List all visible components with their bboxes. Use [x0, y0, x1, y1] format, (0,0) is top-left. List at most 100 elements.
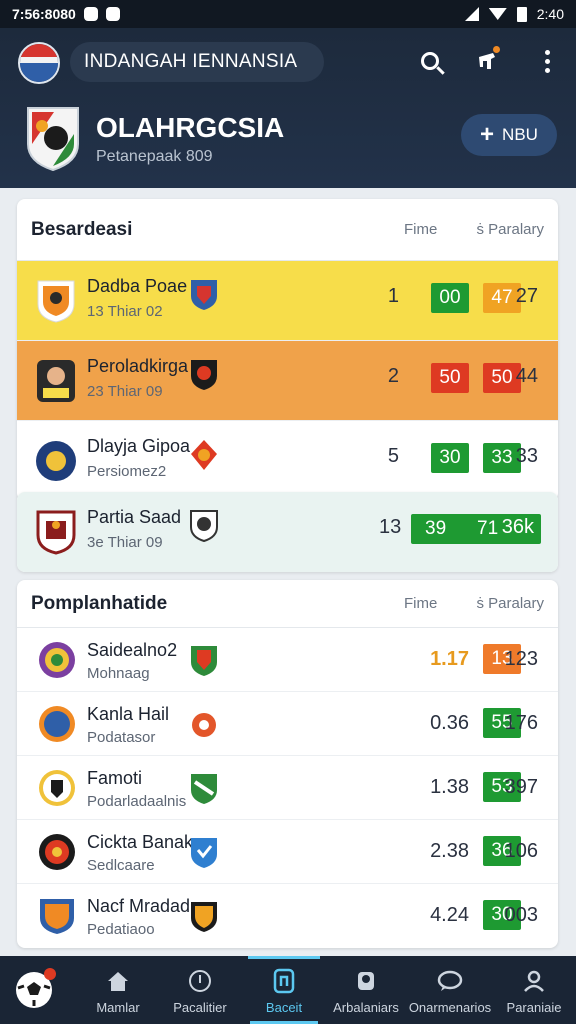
team-crest-icon	[36, 441, 76, 481]
team-sub: Pedatiaoo	[87, 921, 155, 938]
odds-value: 1.38	[430, 776, 469, 798]
team-sub: Podatasor	[87, 729, 156, 746]
column-header-fime: Fime	[404, 595, 438, 612]
nav-item-baceit[interactable]: Baceit	[246, 956, 322, 1024]
row-position: 1	[387, 285, 399, 307]
club-title: OLAHRGCSIA	[96, 112, 285, 143]
team-name: Cickta Banak	[87, 832, 194, 852]
app-header: INDANGAH IENNANSIA OLAHRGCSIA Petanepaak…	[0, 28, 576, 188]
team-name: Nacf Mradad	[87, 896, 191, 916]
nav-item-mamlar[interactable]: Mamlar	[80, 956, 156, 1024]
user-icon	[521, 968, 547, 994]
opponent-badge-icon	[191, 902, 217, 932]
odds-value: 1.17	[430, 648, 469, 670]
team-sub: Podarladaalnis	[87, 793, 187, 810]
opponent-badge-icon	[191, 280, 217, 310]
row-value: 176	[504, 712, 538, 734]
notification-icon-2	[105, 7, 120, 21]
odds-value: 4.24	[430, 904, 469, 926]
team-crest-icon	[40, 899, 74, 934]
status-time: 7:56:8080	[12, 6, 76, 22]
table-row[interactable]: Peroladkirga 23 Thiar 09 2 50 50 44	[17, 341, 558, 421]
score-pill: 50	[431, 363, 469, 393]
person-badge-icon	[353, 968, 379, 994]
club-crest-icon	[27, 107, 79, 172]
team-sub: 13 Thiar 02	[87, 303, 163, 320]
team-name: Kanla Hail	[87, 704, 170, 724]
add-button-label: NBU	[502, 125, 538, 144]
search-icon[interactable]	[415, 46, 445, 76]
standings-header: Besardeasi Fime ṡ Paralary	[17, 199, 558, 261]
notification-icon	[83, 7, 98, 21]
team-crest-icon	[39, 770, 75, 806]
row-value: 003	[504, 904, 538, 926]
standings-title: Besardeasi	[31, 218, 133, 240]
list-item[interactable]: Kanla Hail Podatasor 0.36 55 176	[17, 692, 558, 756]
team-crest-icon	[36, 510, 76, 555]
team-sub: Mohnaag	[87, 665, 150, 682]
predictions-header: Pomplanhatide Fime ṡ Paralary	[17, 580, 558, 628]
column-header-paralary: ṡ Paralary	[476, 221, 544, 238]
row-position: 2	[387, 365, 399, 387]
opponent-badge-icon	[191, 838, 217, 868]
row-value: 33	[515, 445, 538, 467]
predictions-card: Pomplanhatide Fime ṡ Paralary Saidealno2…	[17, 580, 558, 948]
more-vert-icon[interactable]	[532, 46, 562, 76]
nav-item-onarmenarios[interactable]: Onarmenarios	[409, 956, 491, 1024]
opponent-badge-icon	[190, 510, 218, 543]
list-item[interactable]: Famoti Podarladaalnis 1.38 53 397	[17, 756, 558, 820]
country-flag-icon[interactable]	[18, 42, 60, 84]
nav-item-arbalaniars[interactable]: Arbalaniars	[328, 956, 404, 1024]
score-value: 71	[477, 518, 499, 539]
odds-value: 0.36	[430, 712, 469, 734]
opponent-badge-icon	[191, 440, 217, 470]
club-subtitle: Petanepaak 809	[96, 148, 213, 165]
score-pill: 00	[431, 283, 469, 313]
wifi-icon	[488, 8, 507, 20]
table-row[interactable]: Dlayja Gipoa Persiomez2 5 30 33 33	[17, 421, 558, 501]
status-bar: 7:56:8080 2:40	[0, 0, 576, 28]
team-sub: 23 Thiar 09	[87, 383, 163, 400]
list-item[interactable]: Saidealno2 Mohnaag 1.17 13 123	[17, 628, 558, 692]
standings-card: Besardeasi Fime ṡ Paralary Dadba Poae 13…	[17, 199, 558, 501]
team-name: Partia Saad	[87, 507, 182, 527]
table-row[interactable]: Dadba Poae 13 Thiar 02 1 00 47 27	[17, 261, 558, 341]
team-sub: 3e Thiar 09	[87, 534, 163, 551]
bottom-nav: Mamlar Pacalitier Baceit Arbalaniars Ona…	[0, 956, 576, 1024]
opponent-badge-icon	[191, 360, 217, 390]
column-header-paralary: ṡ Paralary	[476, 595, 544, 612]
card-icon	[271, 968, 297, 994]
bell-icon[interactable]	[472, 46, 502, 76]
status-clock-right: 2:40	[536, 6, 564, 22]
soccer-ball-icon[interactable]	[14, 966, 58, 1010]
team-name: Peroladkirga	[87, 356, 189, 376]
featured-row[interactable]: Partia Saad 3e Thiar 09 13 39 71 36k	[17, 492, 558, 572]
team-name: Famoti	[87, 768, 143, 788]
team-crest-icon	[39, 706, 75, 742]
team-sub: Sedlcaare	[87, 857, 155, 874]
row-value: 44	[515, 365, 538, 387]
home-icon	[105, 968, 131, 994]
predictions-title: Pomplanhatide	[31, 592, 168, 614]
opponent-badge-icon	[191, 646, 217, 676]
chat-icon	[437, 968, 463, 994]
plus-icon: +	[480, 121, 495, 148]
clock-icon	[187, 968, 213, 994]
list-item[interactable]: Cickta Banak Sedlcaare 2.38 36 106	[17, 820, 558, 884]
opponent-badge-icon	[191, 774, 217, 804]
team-crest-icon	[37, 360, 75, 402]
opponent-badge-icon	[192, 713, 216, 737]
nav-item-pacalitier[interactable]: Pacalitier	[162, 956, 238, 1024]
row-value: 36k	[501, 516, 534, 538]
list-item[interactable]: Nacf Mradad Pedatiaoo 4.24 30 003	[17, 884, 558, 948]
team-crest-icon	[37, 280, 75, 323]
team-crest-icon	[39, 834, 75, 870]
add-button[interactable]: + NBU	[461, 114, 557, 156]
nav-item-paraniaie[interactable]: Paraniaie	[496, 956, 572, 1024]
search-bar[interactable]: INDANGAH IENNANSIA	[70, 42, 324, 82]
signal-icon	[464, 7, 479, 21]
team-crest-icon	[39, 642, 75, 678]
row-value: 397	[504, 776, 538, 798]
odds-value: 2.38	[430, 840, 469, 862]
row-value: 27	[515, 285, 538, 307]
